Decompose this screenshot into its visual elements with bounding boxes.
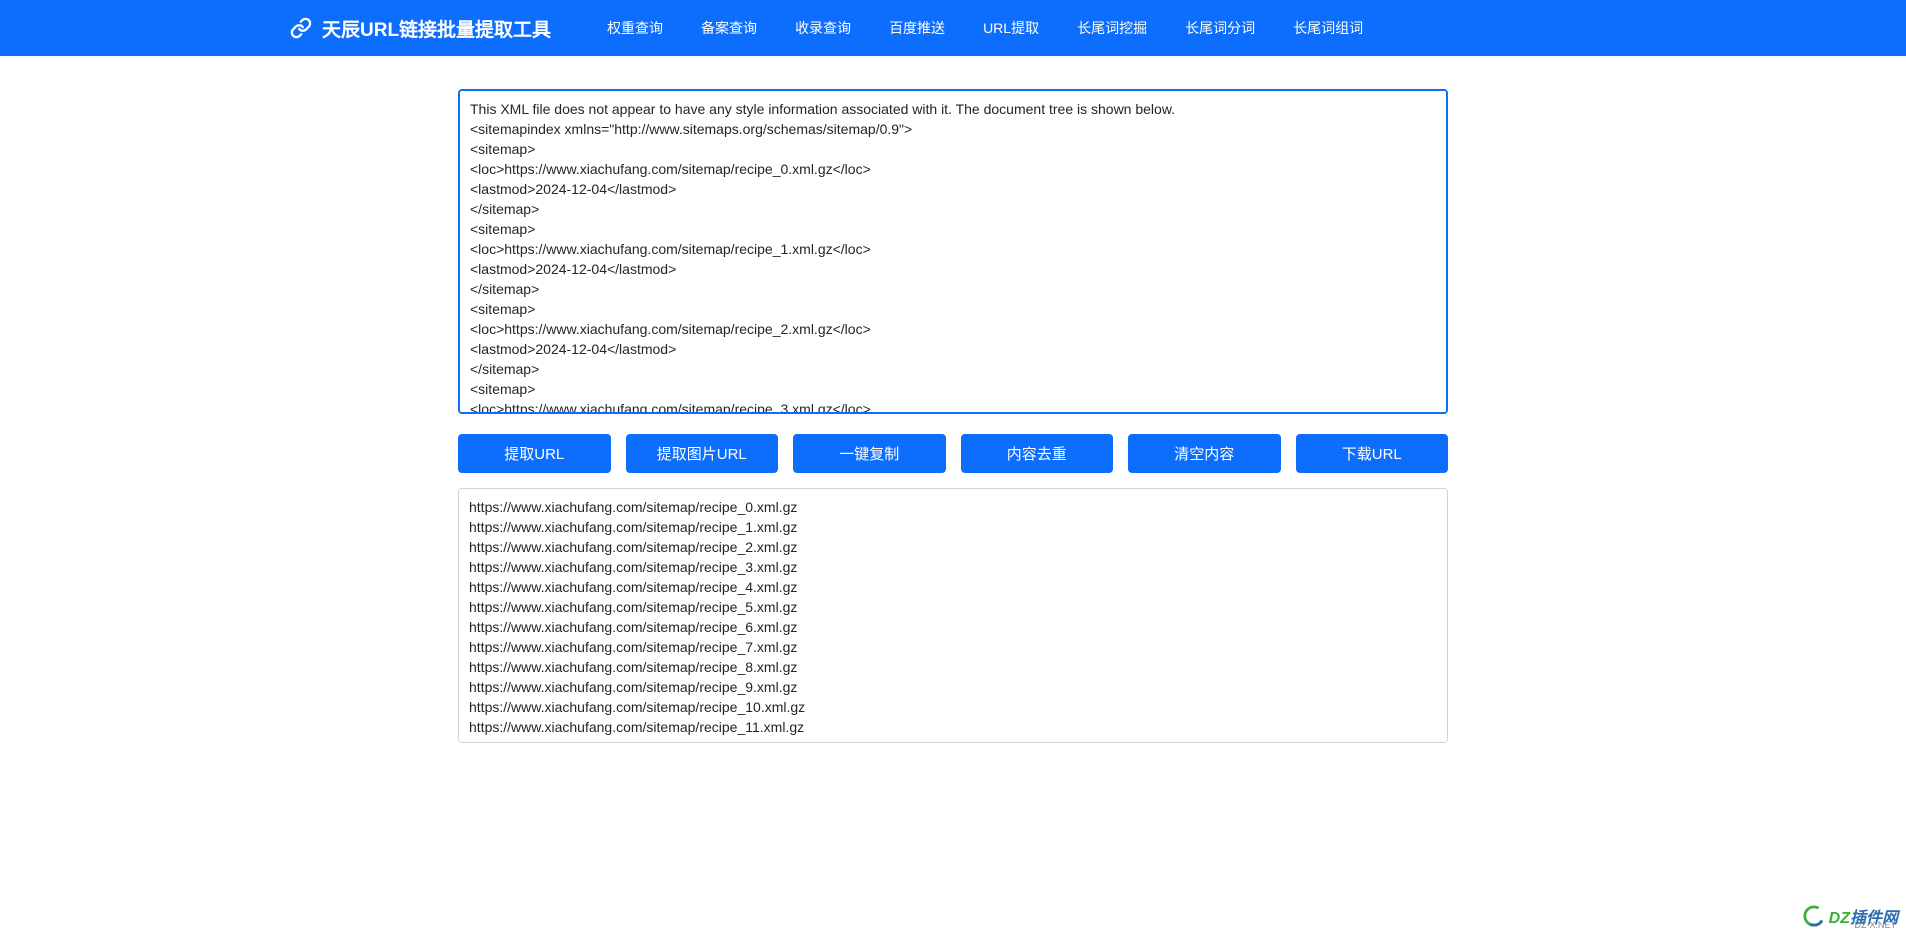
watermark: DZ插件网 DZ-X.NET: [1803, 904, 1898, 928]
watermark-icon: [1803, 905, 1825, 927]
nav-item-weight-query[interactable]: 权重查询: [595, 14, 675, 42]
extract-url-button[interactable]: 提取URL: [458, 434, 611, 473]
output-textarea[interactable]: [458, 488, 1448, 743]
nav-item-longtail-segment[interactable]: 长尾词分词: [1173, 14, 1267, 42]
navbar: 天辰URL链接批量提取工具 权重查询 备案查询 收录查询 百度推送 URL提取 …: [0, 0, 1906, 56]
clear-button[interactable]: 清空内容: [1128, 434, 1281, 473]
copy-all-button[interactable]: 一键复制: [793, 434, 946, 473]
nav-item-longtail-combine[interactable]: 长尾词组词: [1281, 14, 1375, 42]
link-icon: [290, 17, 312, 39]
nav-item-url-extract[interactable]: URL提取: [971, 14, 1051, 42]
dedupe-button[interactable]: 内容去重: [961, 434, 1114, 473]
logo-link[interactable]: 天辰URL链接批量提取工具: [290, 15, 551, 42]
app-title: 天辰URL链接批量提取工具: [322, 15, 551, 42]
nav-item-baidu-push[interactable]: 百度推送: [877, 14, 957, 42]
extract-image-url-button[interactable]: 提取图片URL: [626, 434, 779, 473]
input-textarea[interactable]: [458, 89, 1448, 414]
nav-item-index-query[interactable]: 收录查询: [783, 14, 863, 42]
main-container: 提取URL 提取图片URL 一键复制 内容去重 清空内容 下载URL: [458, 56, 1448, 748]
watermark-sub: DZ-X.NET: [1855, 920, 1897, 930]
watermark-prefix: DZ: [1829, 910, 1850, 927]
download-button[interactable]: 下载URL: [1296, 434, 1449, 473]
button-row: 提取URL 提取图片URL 一键复制 内容去重 清空内容 下载URL: [458, 434, 1448, 473]
nav-item-record-query[interactable]: 备案查询: [689, 14, 769, 42]
nav-item-longtail-mining[interactable]: 长尾词挖掘: [1065, 14, 1159, 42]
navbar-content: 天辰URL链接批量提取工具 权重查询 备案查询 收录查询 百度推送 URL提取 …: [0, 14, 1375, 42]
